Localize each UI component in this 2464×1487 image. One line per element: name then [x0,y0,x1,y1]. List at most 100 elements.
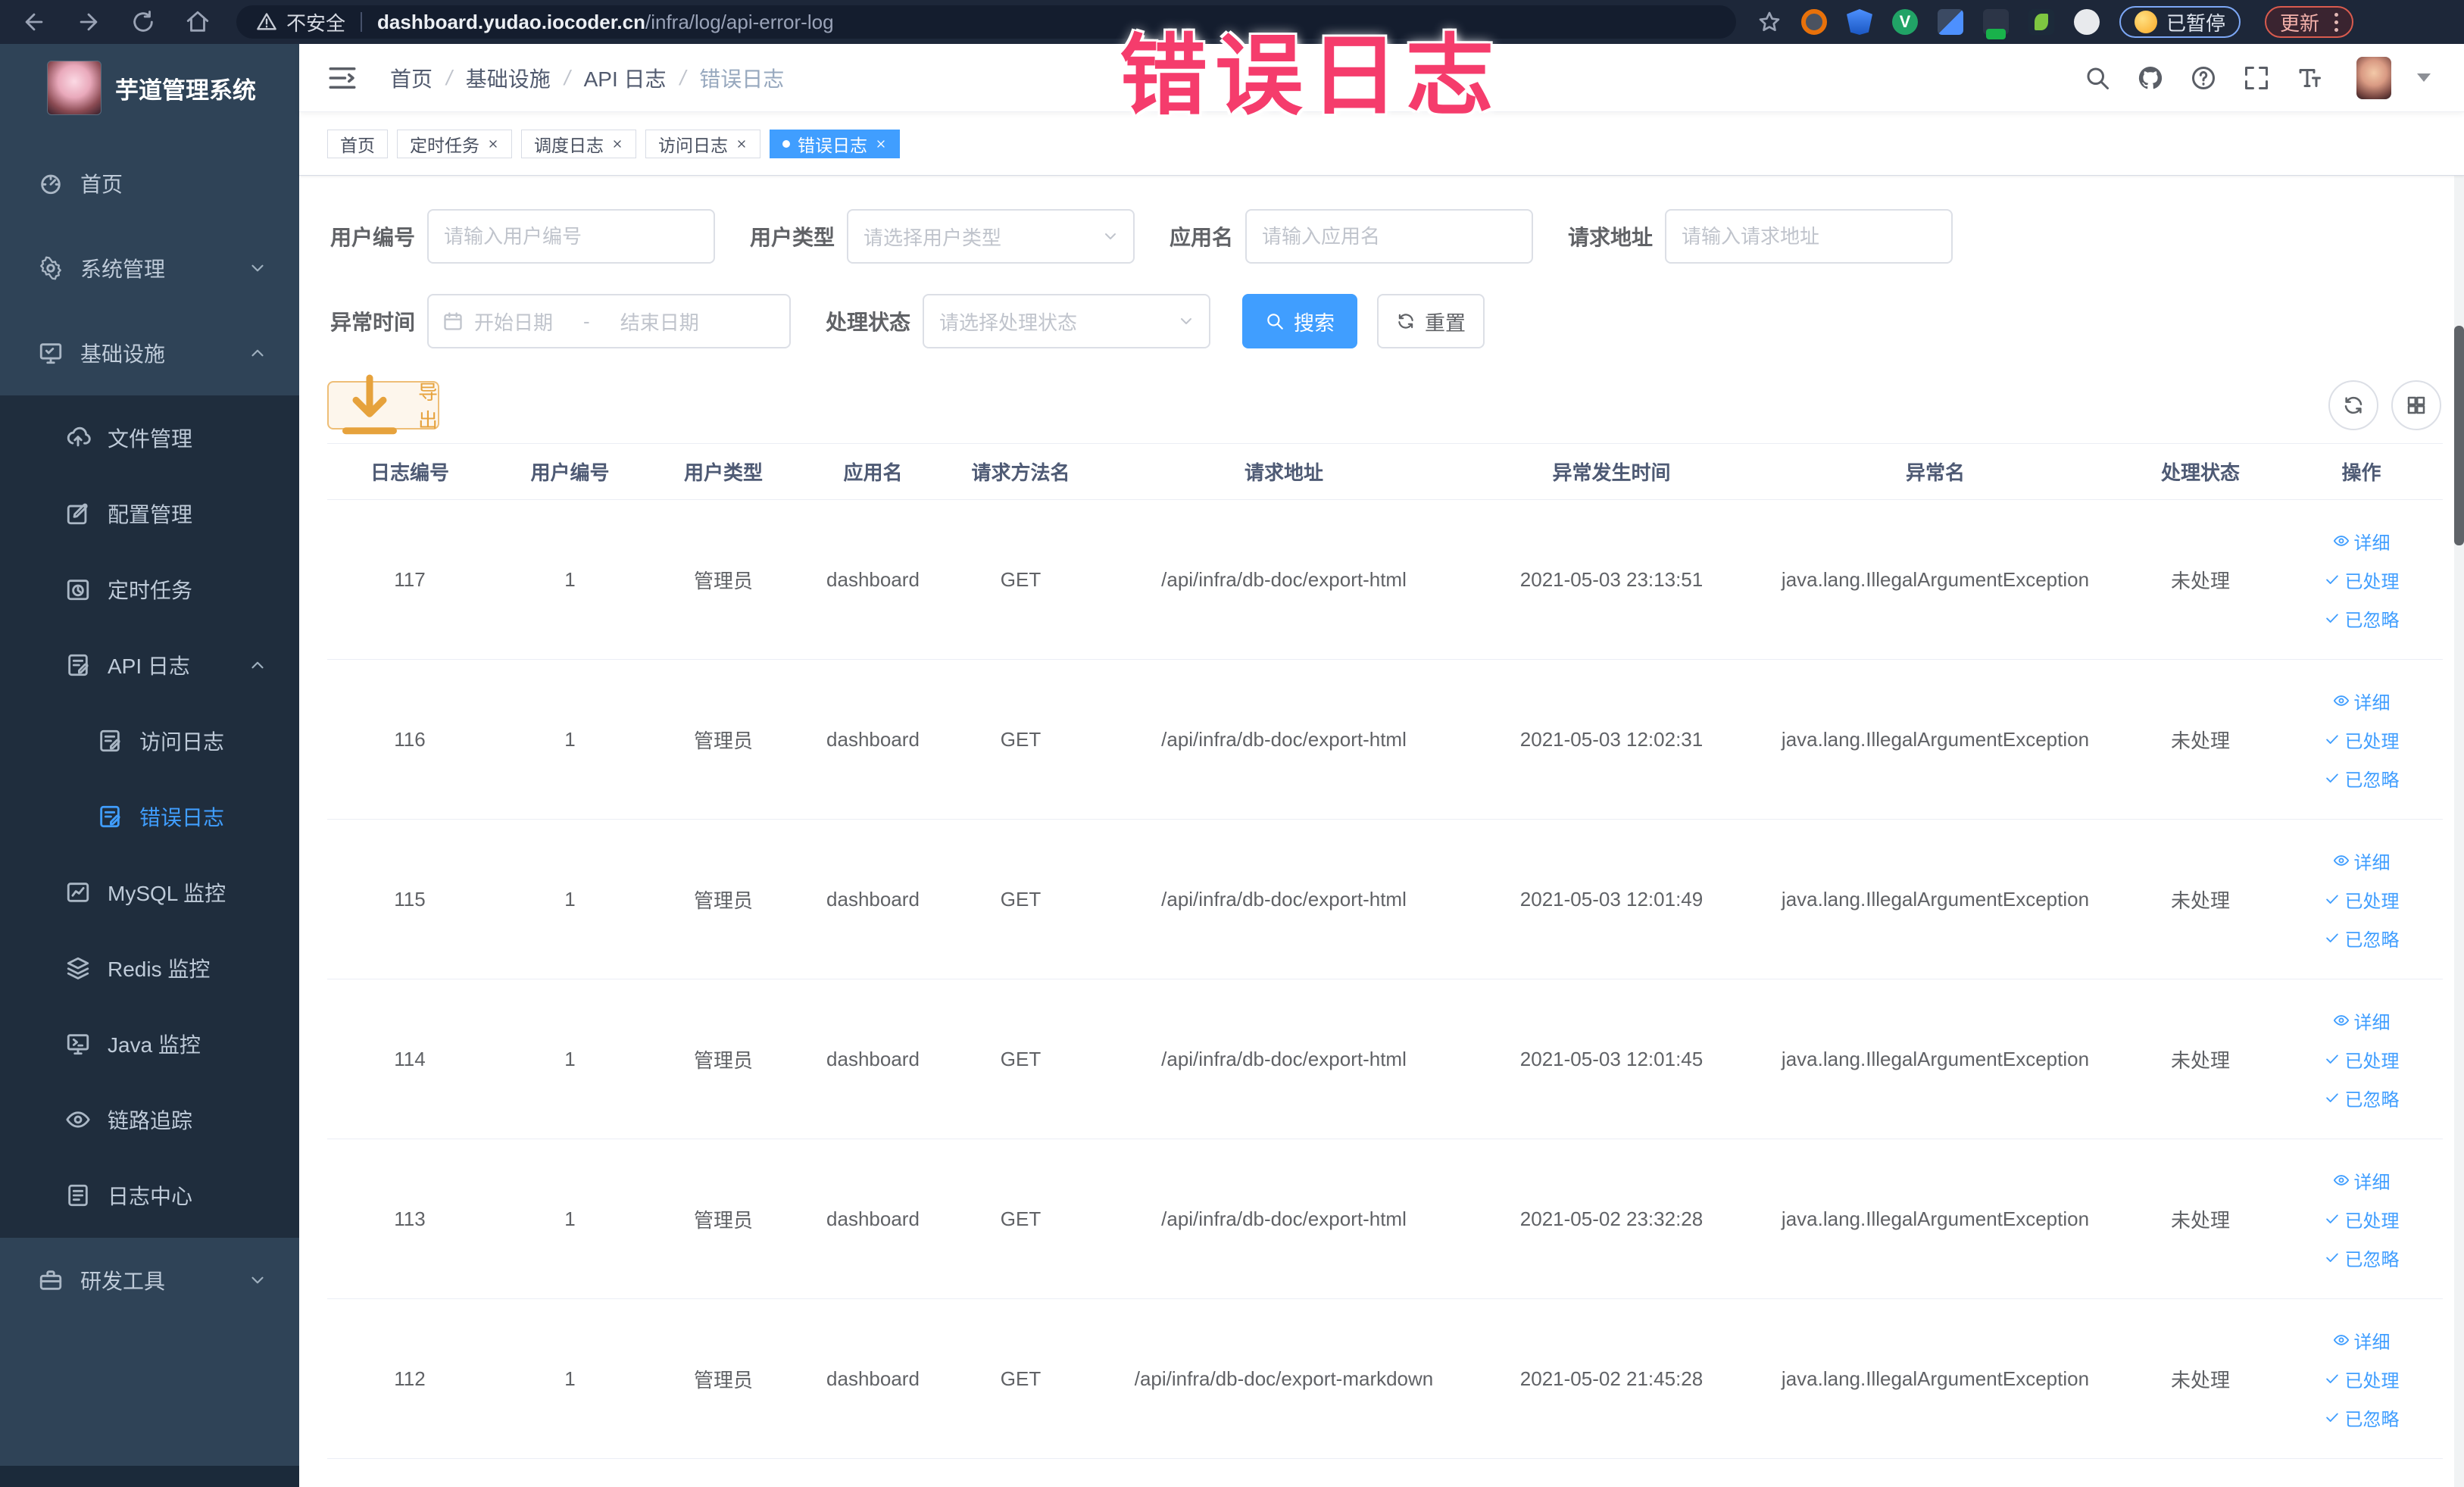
hamburger-icon[interactable] [326,62,358,94]
green-sprout-extension-icon[interactable] [2028,9,2054,35]
blue-shield-extension-icon[interactable] [1847,9,1872,35]
app-name-input[interactable] [1245,209,1533,264]
sidebar-item-8-log[interactable]: 错误日志 [0,779,299,854]
app-title: 芋道管理系统 [115,77,256,104]
github-icon[interactable] [2137,64,2164,92]
sidebar-item-12-eye[interactable]: 链路追踪 [0,1082,299,1157]
tab-close-icon[interactable] [875,138,887,150]
fullscreen-icon[interactable] [2243,64,2270,92]
browser-update-button[interactable]: 更新 [2265,6,2354,38]
sidebar-collapse-bar[interactable] [0,1466,299,1487]
bookmark-star-icon[interactable] [1757,10,1782,34]
tab-3[interactable]: 访问日志 [645,129,760,158]
java-icon [65,1031,91,1057]
error-log-table: 日志编号 用户编号 用户类型 应用名 请求方法名 请求地址 异常发生时间 异常名 处理状态 操作 … [327,443,2443,1459]
tab-close-icon[interactable] [735,138,748,150]
table-refresh-button[interactable] [2328,380,2378,430]
detail-link[interactable]: 详细 [2333,688,2391,714]
mark-ignored-link[interactable]: 已忽略 [2324,765,2400,792]
browser-menu-icon[interactable] [2334,12,2339,32]
export-button[interactable]: 导出 [327,381,439,432]
breadcrumb-item[interactable]: API 日志 [584,63,667,93]
sidebar-item-6-log[interactable]: API 日志 [0,627,299,703]
sidebar-item-4-edit[interactable]: 配置管理 [0,476,299,551]
detail-link[interactable]: 详细 [2333,1327,2391,1354]
sidebar-item-2-monitor[interactable]: 基础设施 [0,311,299,395]
upload-icon [65,425,91,451]
switch-on-extension-icon[interactable] [1983,9,2009,39]
sidebar-item-5-timer[interactable]: 定时任务 [0,551,299,627]
scrollbar-thumb[interactable] [2454,326,2464,545]
sidebar-item-11-java[interactable]: Java 监控 [0,1006,299,1082]
layers-icon [65,955,91,981]
process-status-select[interactable]: 请选择处理状态 [923,294,1210,348]
detail-link[interactable]: 详细 [2333,528,2391,555]
mark-ignored-link[interactable]: 已忽略 [2324,925,2400,951]
detail-link[interactable]: 详细 [2333,1167,2391,1194]
search-button[interactable]: 搜索 [1242,294,1357,348]
detail-link[interactable]: 详细 [2333,1007,2391,1034]
user-avatar[interactable] [2356,56,2391,99]
mark-ignored-link[interactable]: 已忽略 [2324,605,2400,632]
sidebar-item-3-upload[interactable]: 文件管理 [0,400,299,476]
breadcrumb-item[interactable]: 基础设施 [466,63,551,93]
font-size-icon[interactable] [2296,64,2323,92]
mark-processed-link[interactable]: 已处理 [2324,1206,2400,1232]
mark-processed-link[interactable]: 已处理 [2324,886,2400,913]
mark-ignored-link[interactable]: 已忽略 [2324,1245,2400,1271]
sidebar-item-10-layers[interactable]: Redis 监控 [0,930,299,1006]
sidebar-item-14-tool[interactable]: 研发工具 [0,1238,299,1323]
sidebar-item-13-logcenter[interactable]: 日志中心 [0,1157,299,1233]
breadcrumb: 首页 / 基础设施 / API 日志 / 错误日志 [390,63,784,93]
check-icon [2324,610,2341,626]
user-id-input[interactable] [427,209,715,264]
eye-icon [65,1107,91,1132]
request-url-input[interactable] [1665,209,1953,264]
help-icon[interactable] [2190,64,2217,92]
header-search-icon[interactable] [2084,64,2111,92]
mark-ignored-link[interactable]: 已忽略 [2324,1085,2400,1111]
tab-4[interactable]: 错误日志 [770,129,900,158]
mark-processed-link[interactable]: 已处理 [2324,567,2400,593]
white-pin-extension-icon[interactable] [2074,9,2100,35]
breadcrumb-item[interactable]: 首页 [390,63,433,93]
blue-grid-extension-icon[interactable] [1938,9,1963,35]
sidebar-item-7-log[interactable]: 访问日志 [0,703,299,779]
mark-processed-link[interactable]: 已处理 [2324,1366,2400,1392]
browser-back-icon[interactable] [21,9,47,35]
sidebar-item-0-dashboard[interactable]: 首页 [0,141,299,226]
browser-home-icon[interactable] [185,9,211,35]
profile-paused-badge[interactable]: 已暂停 [2119,6,2241,38]
detail-link[interactable]: 详细 [2333,848,2391,874]
tab-0[interactable]: 首页 [327,129,388,158]
address-divider [361,12,363,32]
table-row: 116 1 管理员 dashboard GET /api/infra/db-do… [327,660,2443,820]
tool-icon [38,1267,64,1293]
calendar-icon [442,311,464,332]
tab-close-icon[interactable] [487,138,499,150]
sidebar-item-9-chart[interactable]: MySQL 监控 [0,854,299,930]
check-icon [2324,1249,2341,1266]
tab-1[interactable]: 定时任务 [397,129,512,158]
table-row: 112 1 管理员 dashboard GET /api/infra/db-do… [327,1299,2443,1459]
column-settings-button[interactable] [2391,380,2441,430]
avatar-caret-icon[interactable] [2417,73,2431,82]
exception-time-range-picker[interactable]: 开始日期 - 结束日期 [427,294,791,348]
address-bar[interactable]: 不安全 dashboard.yudao.iocoder.cn/infra/log… [236,5,1736,39]
green-badge-extension-icon[interactable]: V [1892,9,1918,35]
check-icon [2324,770,2341,786]
mark-processed-link[interactable]: 已处理 [2324,1046,2400,1073]
tab-close-icon[interactable] [611,138,623,150]
sidebar-item-1-gear[interactable]: 系统管理 [0,226,299,311]
search-icon [1265,311,1285,331]
orange-ring-extension-icon[interactable] [1801,9,1827,35]
browser-forward-icon[interactable] [76,9,101,35]
tab-2[interactable]: 调度日志 [521,129,636,158]
app-logo-row[interactable]: 芋道管理系统 [0,44,299,115]
reset-button[interactable]: 重置 [1377,294,1485,348]
browser-reload-icon[interactable] [130,9,156,35]
user-type-select[interactable]: 请选择用户类型 [847,209,1135,264]
page-scrollbar[interactable] [2454,44,2464,1487]
mark-ignored-link[interactable]: 已忽略 [2324,1404,2400,1431]
mark-processed-link[interactable]: 已处理 [2324,726,2400,753]
